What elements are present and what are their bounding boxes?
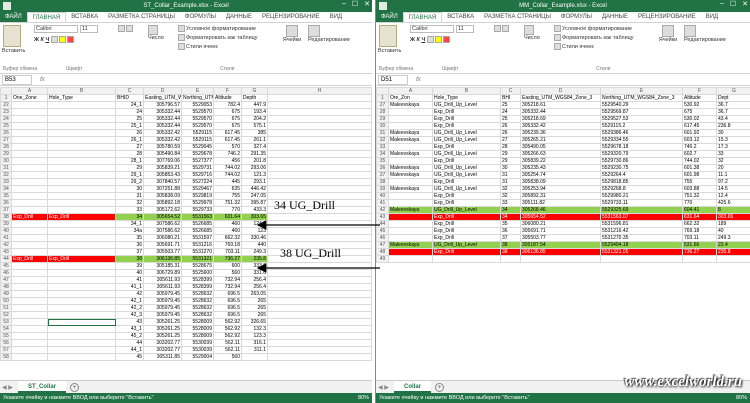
watermark: www.excelworld.ru — [624, 374, 742, 390]
annotation-34: 34 UG_Drill — [274, 198, 335, 212]
annotation-38: 38 UG_Drill — [280, 246, 341, 260]
annotation-arrows — [256, 220, 380, 273]
